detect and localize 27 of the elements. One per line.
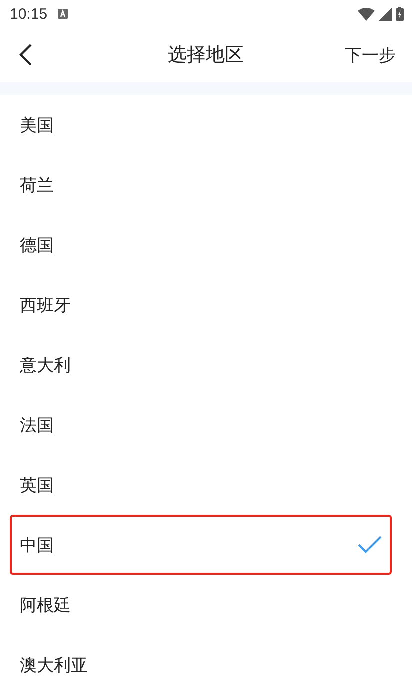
region-name: 美国 [20, 114, 55, 136]
notification-icon [58, 9, 68, 19]
highlighted-region-item[interactable]: 中国 [10, 515, 392, 575]
region-item[interactable]: 英国 [10, 455, 392, 515]
region-item[interactable]: 阿根廷 [10, 575, 392, 635]
region-item[interactable]: 法国 [10, 395, 392, 455]
region-name: 英国 [20, 474, 55, 496]
region-name: 中国 [20, 534, 55, 556]
signal-icon [379, 8, 392, 20]
status-time: 10:15 [10, 6, 48, 22]
region-name: 德国 [20, 234, 55, 256]
region-name: 意大利 [20, 354, 72, 376]
region-name: 西班牙 [20, 294, 72, 316]
region-item[interactable]: 澳大利亚 [10, 635, 392, 692]
region-item[interactable]: 意大利 [10, 335, 392, 395]
wifi-icon [358, 8, 375, 20]
region-item[interactable]: 西班牙 [10, 275, 392, 335]
region-name: 阿根廷 [20, 594, 72, 616]
region-name: 荷兰 [20, 174, 55, 196]
region-item[interactable]: 德国 [10, 215, 392, 275]
next-button[interactable]: 下一步 [345, 44, 396, 66]
page-title: 选择地区 [168, 44, 244, 66]
region-item[interactable]: 荷兰 [10, 155, 392, 215]
region-item[interactable]: 美国 [10, 95, 392, 155]
region-name: 法国 [20, 414, 55, 436]
region-name: 澳大利亚 [20, 654, 89, 676]
battery-icon [396, 7, 404, 21]
